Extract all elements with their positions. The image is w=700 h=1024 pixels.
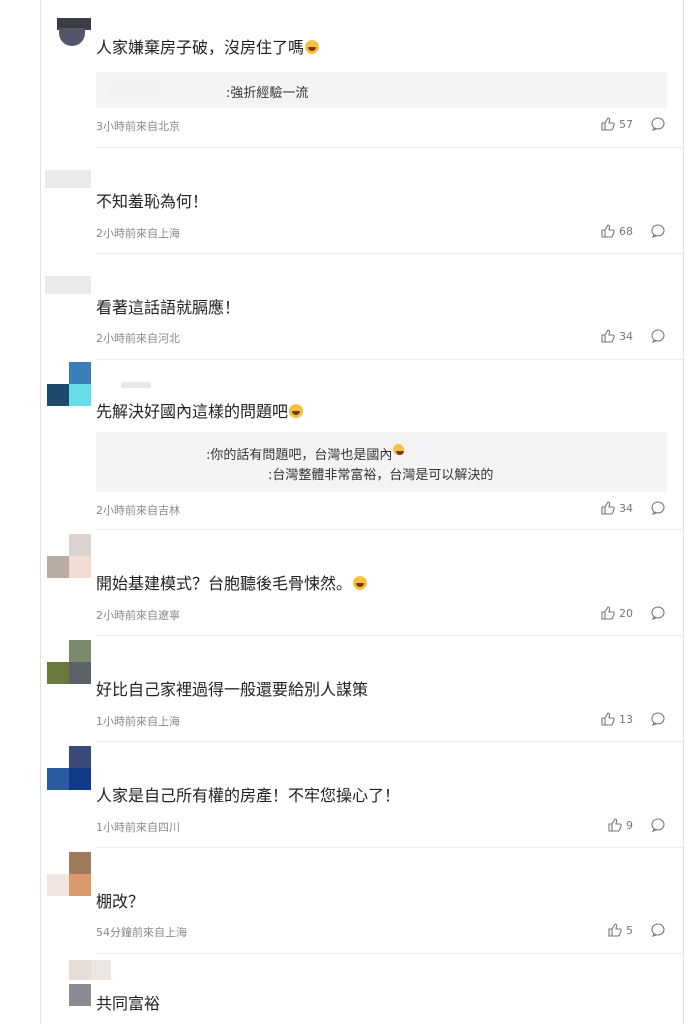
avatar[interactable]: [43, 170, 91, 210]
comment-meta: 1小時前來自四川: [96, 821, 180, 834]
thumbs-up-icon[interactable]: [601, 712, 615, 726]
avatar[interactable]: [43, 746, 91, 790]
comment-bubble-icon[interactable]: [651, 818, 665, 832]
like-count: 13: [619, 712, 633, 726]
reply-text: :台灣整體非常富裕，台灣是可以解決的: [268, 468, 494, 483]
comment-text: 看著這話語就膈應！: [96, 298, 241, 317]
comment-meta: 2小時前來自吉林: [96, 504, 180, 517]
comment-item: 不知羞恥為何！ 2小時前來自上海 68: [41, 148, 683, 254]
avatar[interactable]: [43, 362, 91, 406]
reply-box[interactable]: :你的話有問題吧，台灣也是國內 :台灣整體非常富裕，台灣是可以解決的: [96, 432, 667, 492]
laughing-crying-emoji-icon: [289, 404, 304, 418]
thumbs-up-icon[interactable]: [601, 224, 615, 238]
comment-item: 好比自己家裡過得一般還要給別人謀策 1小時前來自上海 13: [41, 636, 683, 742]
comment-item: 人家嫌棄房子破，沒房住了嗎 :強折經驗一流 3小時前來自北京 57: [41, 0, 683, 148]
thumbs-up-icon[interactable]: [601, 117, 615, 131]
thumbs-up-icon[interactable]: [601, 329, 615, 343]
comment-text: 不知羞恥為何！: [96, 192, 209, 211]
avatar[interactable]: [43, 640, 91, 684]
thumbs-up-icon[interactable]: [601, 606, 615, 620]
comment-bubble-icon[interactable]: [651, 329, 665, 343]
comment-item: 共同富裕: [41, 954, 683, 1024]
comment-item: 開始基建模式？台胞聽後毛骨悚然。 2小時前來自遼寧 20: [41, 530, 683, 636]
comment-text: 共同富裕: [96, 994, 161, 1013]
comment-bubble-icon[interactable]: [651, 224, 665, 238]
comment-bubble-icon[interactable]: [651, 606, 665, 620]
avatar[interactable]: [43, 534, 91, 578]
laughing-crying-emoji-icon: [305, 40, 320, 54]
comment-item: 先解決好國內這樣的問題吧 :你的話有問題吧，台灣也是國內 :台灣整體非常富裕，台…: [41, 360, 683, 530]
like-count: 34: [619, 501, 633, 515]
comment-meta: 1小時前來自上海: [96, 715, 180, 728]
comment-text: 人家嫌棄房子破，沒房住了嗎: [96, 38, 320, 58]
thumbs-up-icon[interactable]: [601, 501, 615, 515]
comment-text: 人家是自己所有權的房產！不牢您操心了！: [96, 786, 401, 805]
comment-list: 人家嫌棄房子破，沒房住了嗎 :強折經驗一流 3小時前來自北京 57 不知羞恥為何…: [40, 0, 684, 1024]
avatar[interactable]: [43, 852, 91, 896]
like-count: 57: [619, 117, 633, 131]
thumbs-up-icon[interactable]: [608, 923, 622, 937]
laughing-crying-emoji-icon: [393, 444, 405, 455]
comment-item: 人家是自己所有權的房產！不牢您操心了！ 1小時前來自四川 9: [41, 742, 683, 848]
avatar[interactable]: [43, 18, 91, 58]
like-count: 68: [619, 224, 633, 238]
like-count: 5: [626, 923, 633, 937]
comment-bubble-icon[interactable]: [651, 712, 665, 726]
laughing-crying-emoji-icon: [353, 576, 368, 590]
thumbs-up-icon[interactable]: [608, 818, 622, 832]
comment-meta: 2小時前來自上海: [96, 227, 180, 240]
comment-meta: 2小時前來自河北: [96, 332, 180, 345]
reply-text: :強折經驗一流: [226, 86, 309, 101]
like-count: 9: [626, 818, 633, 832]
comment-text: 棚改？: [96, 892, 145, 911]
like-count: 34: [619, 329, 633, 343]
like-count: 20: [619, 606, 633, 620]
comment-meta: 2小時前來自遼寧: [96, 609, 180, 622]
comment-text: 好比自己家裡過得一般還要給別人謀策: [96, 680, 369, 699]
comment-bubble-icon[interactable]: [651, 501, 665, 515]
comment-text: 開始基建模式？台胞聽後毛骨悚然。: [96, 574, 368, 594]
comment-bubble-icon[interactable]: [651, 117, 665, 131]
avatar[interactable]: [43, 276, 91, 316]
comment-meta: 3小時前來自北京: [96, 120, 180, 133]
comment-meta: 54分鐘前來自上海: [96, 926, 187, 939]
avatar[interactable]: [43, 960, 111, 1006]
reply-text: :你的話有問題吧，台灣也是國內: [206, 444, 405, 463]
comment-bubble-icon[interactable]: [651, 923, 665, 937]
comment-item: 看著這話語就膈應！ 2小時前來自河北 34: [41, 254, 683, 360]
comment-item: 棚改？ 54分鐘前來自上海 5: [41, 848, 683, 954]
reply-box[interactable]: :強折經驗一流: [96, 72, 667, 108]
comment-text: 先解決好國內這樣的問題吧: [96, 402, 304, 422]
